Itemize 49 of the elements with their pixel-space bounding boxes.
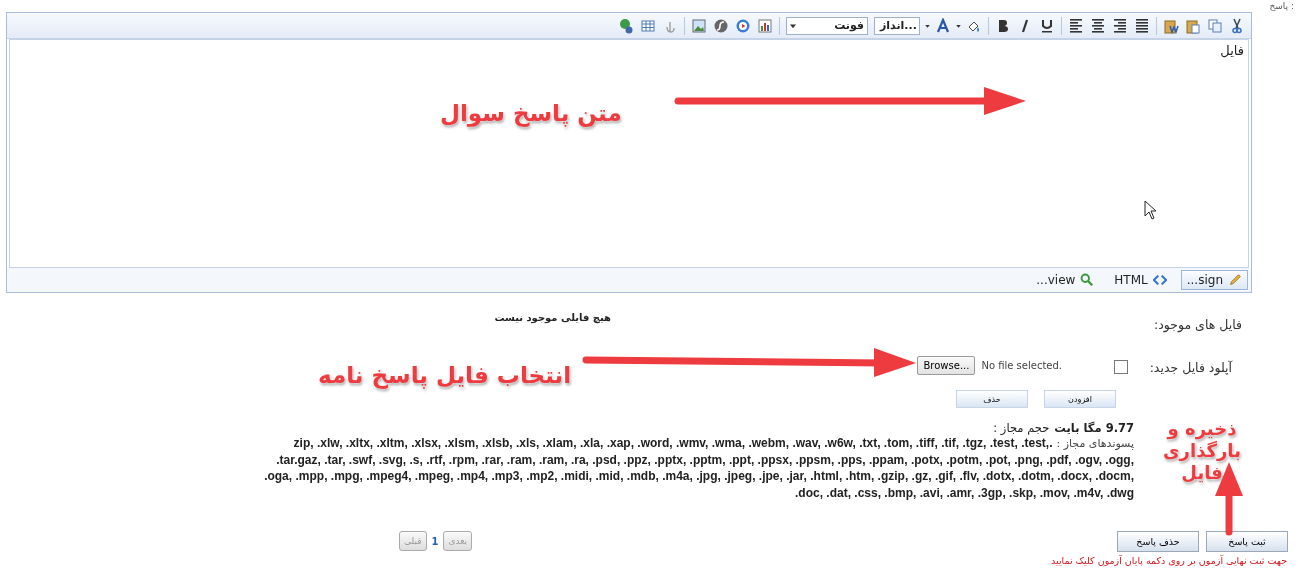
extensions-text: .doc, .dat, .css, .bmp, .avi, .amr, .3gp, .skp, .mov, .m4v, .dwg [795, 485, 1134, 500]
upload-checkbox[interactable] [1114, 360, 1128, 374]
magnifier-icon [1080, 273, 1095, 287]
font-color-icon[interactable] [935, 17, 951, 34]
extensions-text: .tar.gaz, .tar, .swf, .svg, .s, .rtf, .rpm, .rar, .ram, .ram, .ra, .psd, .ppz, .pptx, .pptm, .ppt, .ppsx, .ppsm, .pps, .ppam, .potx, .potm, .pot, .png, .pdf, .ogv, .ogg, [276, 452, 1134, 467]
file-button[interactable]: افزودن [1044, 390, 1116, 408]
mode-tab[interactable]: ...view [1030, 270, 1101, 290]
caret-icon [790, 22, 796, 29]
existing-files-label: فایل های موجود: [1153, 316, 1242, 332]
action-button[interactable]: ثبت پاسخ [1206, 530, 1288, 552]
annotation-text: انتخاب فایل پاسخ نامه [318, 362, 572, 388]
align-left-icon[interactable] [1068, 17, 1084, 34]
align-right-icon[interactable] [1112, 17, 1128, 34]
image-icon[interactable] [691, 17, 707, 34]
pencil-icon [1228, 273, 1242, 287]
max-size-value: 9.77 مگا بایت [1054, 421, 1134, 435]
font-dropdown[interactable]: فونت [786, 16, 868, 35]
editor-text: فایل [1220, 43, 1244, 58]
notice-text: جهت ثبت نهایی آزمون بر روی دکمه پایان آزمون کلیک نمایید [1050, 555, 1288, 566]
table-icon[interactable] [640, 17, 656, 34]
extensions-label: پسوندهای مجاز : [1056, 436, 1134, 450]
annotation-text: متن پاسخ سوال [440, 100, 622, 126]
paste-word-icon[interactable] [1163, 17, 1179, 34]
media-icon[interactable] [735, 17, 751, 34]
copy-icon[interactable] [1207, 17, 1223, 34]
size-dropdown[interactable]: انداز... [874, 16, 920, 35]
no-files-text: هیچ فایلی موجود نیست [494, 311, 611, 323]
code-icon [1152, 273, 1167, 287]
extensions-text: zip, .xlw, .xltx, .xltm, .xlsx, .xlsm, .xlsb, .xls, .xlam, .xla, .xap, .word, .wmv, .wma, .webm, .wav, .w6w, .txt, .tom, .tiff, .tif, .tgz, .test, .test,. [293, 436, 1053, 451]
upload-label: آپلود فایل جدید: [1148, 359, 1232, 375]
action-button[interactable]: حذف پاسخ [1117, 530, 1199, 552]
justify-icon[interactable] [1134, 17, 1150, 34]
align-center-icon[interactable] [1090, 17, 1106, 34]
max-size-label: حجم مجاز : [993, 421, 1050, 435]
file-status: No file selected. [981, 359, 1062, 371]
answer-label: پاسخ : [1268, 0, 1295, 12]
annotation-text: ذخیره و بارگذاری فایل [1162, 418, 1242, 484]
flash-icon[interactable] [713, 17, 729, 34]
mode-tab[interactable]: ...sign [1180, 270, 1248, 290]
cut-icon[interactable] [1229, 17, 1245, 34]
paste-icon[interactable] [1185, 17, 1201, 34]
extensions-text: .oga, .mpp, .mpg, .mpeg4, .mpeg, .mp4, .mp3, .mp2, .midi, .mid, .mdb, .m4a, .jpg, .jpeg, .jpe, .jar, .html, .htm, .gzip, .gz, .gif, .flv, .dotx, .dotm, .docx, .docm, [264, 469, 1134, 484]
page-number[interactable]: 1 [431, 535, 439, 547]
mouse-cursor-icon [1144, 200, 1156, 220]
browse-button[interactable]: Browse... [917, 355, 976, 375]
mode-tab[interactable]: HTML [1108, 270, 1173, 290]
underline-icon[interactable] [1039, 17, 1055, 34]
file-button[interactable]: حذف [956, 390, 1028, 408]
chart-icon[interactable] [757, 17, 773, 34]
